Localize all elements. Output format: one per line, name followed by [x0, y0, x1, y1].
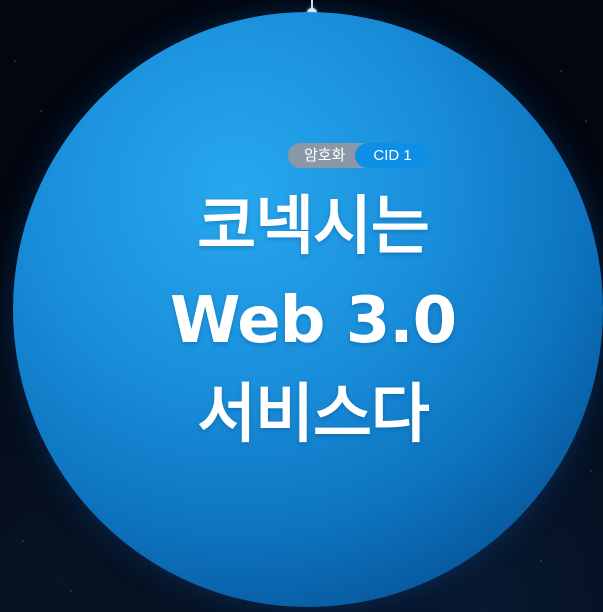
headline-line-1: 코넥시는 — [197, 190, 430, 264]
badge-row: 암호화 CID 1 — [288, 143, 430, 168]
hero-banner: 암호화 CID 1 코넥시는 Web 3.0 서비스다 — [0, 0, 603, 612]
star-dot — [70, 590, 72, 592]
star-dot — [590, 470, 592, 472]
star-dot — [22, 540, 24, 542]
headline: 코넥시는 Web 3.0 서비스다 — [100, 180, 526, 462]
cid-badge: CID 1 — [355, 143, 430, 168]
star-dot — [14, 60, 16, 62]
headline-line-3: 서비스다 — [197, 378, 430, 452]
star-dot — [585, 120, 587, 122]
star-dot — [40, 110, 42, 112]
headline-line-2: Web 3.0 — [169, 284, 457, 358]
star-dot — [540, 560, 542, 562]
star-dot — [560, 70, 562, 72]
